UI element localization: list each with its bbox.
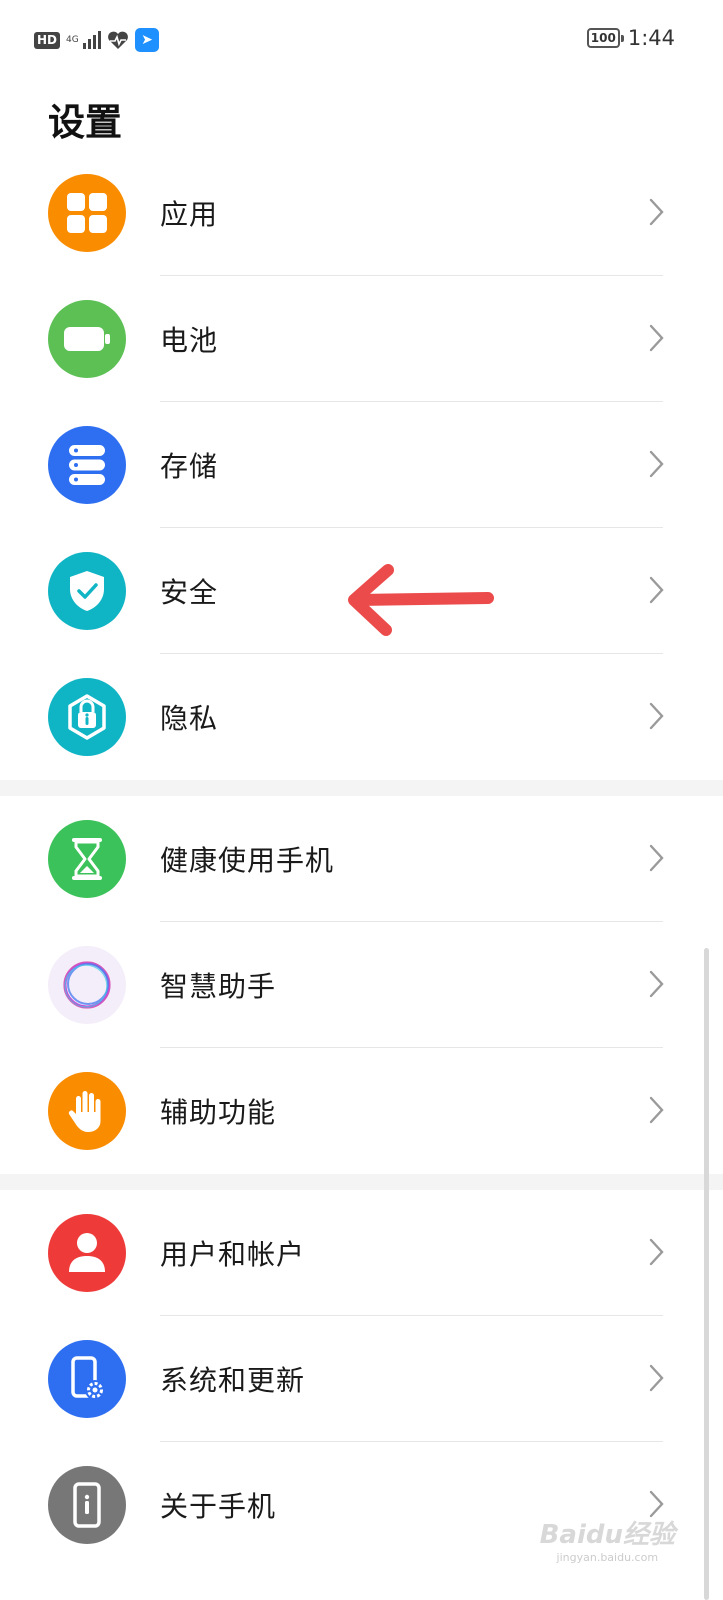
settings-item-label: 辅助功能 [160, 1096, 277, 1129]
status-bar: HD 4G ➤ 100 1:44 [0, 0, 723, 80]
settings-item-label: 关于手机 [160, 1490, 277, 1523]
battery-indicator: 100 [586, 28, 624, 48]
chevron-right-icon [649, 1238, 664, 1266]
user-icon [48, 1214, 126, 1292]
chevron-right-icon [649, 198, 664, 226]
shield-check-icon [48, 552, 126, 630]
settings-item-apps[interactable]: 应用 [0, 150, 723, 276]
battery-icon [48, 300, 126, 378]
settings-item-label: 用户和帐户 [160, 1238, 306, 1271]
chevron-right-icon [649, 450, 664, 478]
watermark-url: jingyan.baidu.com [556, 1551, 659, 1564]
heart-pulse-icon [108, 31, 128, 49]
watermark: Baidu经验 jingyan.baidu.com [540, 1514, 675, 1564]
page-title: 设置 [48, 101, 122, 144]
settings-item-label: 智慧助手 [160, 970, 277, 1003]
settings-item-label: 应用 [160, 198, 219, 231]
privacy-lock-icon [48, 678, 126, 756]
hand-icon [48, 1072, 126, 1150]
hd-badge: HD [34, 31, 61, 49]
phone-gear-icon [48, 1340, 126, 1418]
settings-item-label: 安全 [160, 576, 219, 609]
status-icons-left: HD 4G ➤ [34, 28, 160, 52]
settings-item-privacy[interactable]: 隐私 [0, 654, 723, 780]
chevron-right-icon [649, 1096, 664, 1124]
smart-assistant-ring-icon [48, 946, 126, 1024]
phone-info-icon [48, 1466, 126, 1544]
chevron-right-icon [649, 324, 664, 352]
settings-item-label: 隐私 [160, 702, 219, 735]
settings-item-label: 系统和更新 [160, 1364, 306, 1397]
notification-app-icon: ➤ [135, 28, 160, 52]
chevron-right-icon [649, 702, 664, 730]
chevron-right-icon [649, 970, 664, 998]
network-type: 4G [66, 34, 79, 45]
watermark-text: Baidu经验 [539, 1520, 675, 1550]
settings-item-label: 健康使用手机 [160, 844, 335, 877]
signal-icon [83, 31, 102, 49]
red-arrow-icon [348, 564, 494, 636]
settings-item-digital-balance[interactable]: 健康使用手机 [0, 796, 723, 922]
status-icons-right: 100 1:44 [586, 26, 675, 50]
chevron-right-icon [649, 1364, 664, 1392]
settings-item-storage[interactable]: 存储 [0, 402, 723, 528]
settings-group-1: 应用 电池 存储 安全 隐私 [0, 150, 723, 780]
chevron-right-icon [649, 844, 664, 872]
settings-item-label: 存储 [160, 450, 219, 483]
settings-item-label: 电池 [160, 324, 219, 357]
settings-item-system-update[interactable]: 系统和更新 [0, 1316, 723, 1442]
settings-item-accessibility[interactable]: 辅助功能 [0, 1048, 723, 1174]
hourglass-icon [48, 820, 126, 898]
settings-item-users-accounts[interactable]: 用户和帐户 [0, 1190, 723, 1316]
scrollbar[interactable] [704, 948, 709, 1600]
apps-grid-icon [48, 174, 126, 252]
settings-item-battery[interactable]: 电池 [0, 276, 723, 402]
header: 设置 [0, 80, 723, 160]
settings-item-smart-assistant[interactable]: 智慧助手 [0, 922, 723, 1048]
clock: 1:44 [627, 26, 675, 50]
settings-group-2: 健康使用手机 智慧助手 辅助功能 [0, 796, 723, 1174]
chevron-right-icon [649, 576, 664, 604]
storage-icon [48, 426, 126, 504]
